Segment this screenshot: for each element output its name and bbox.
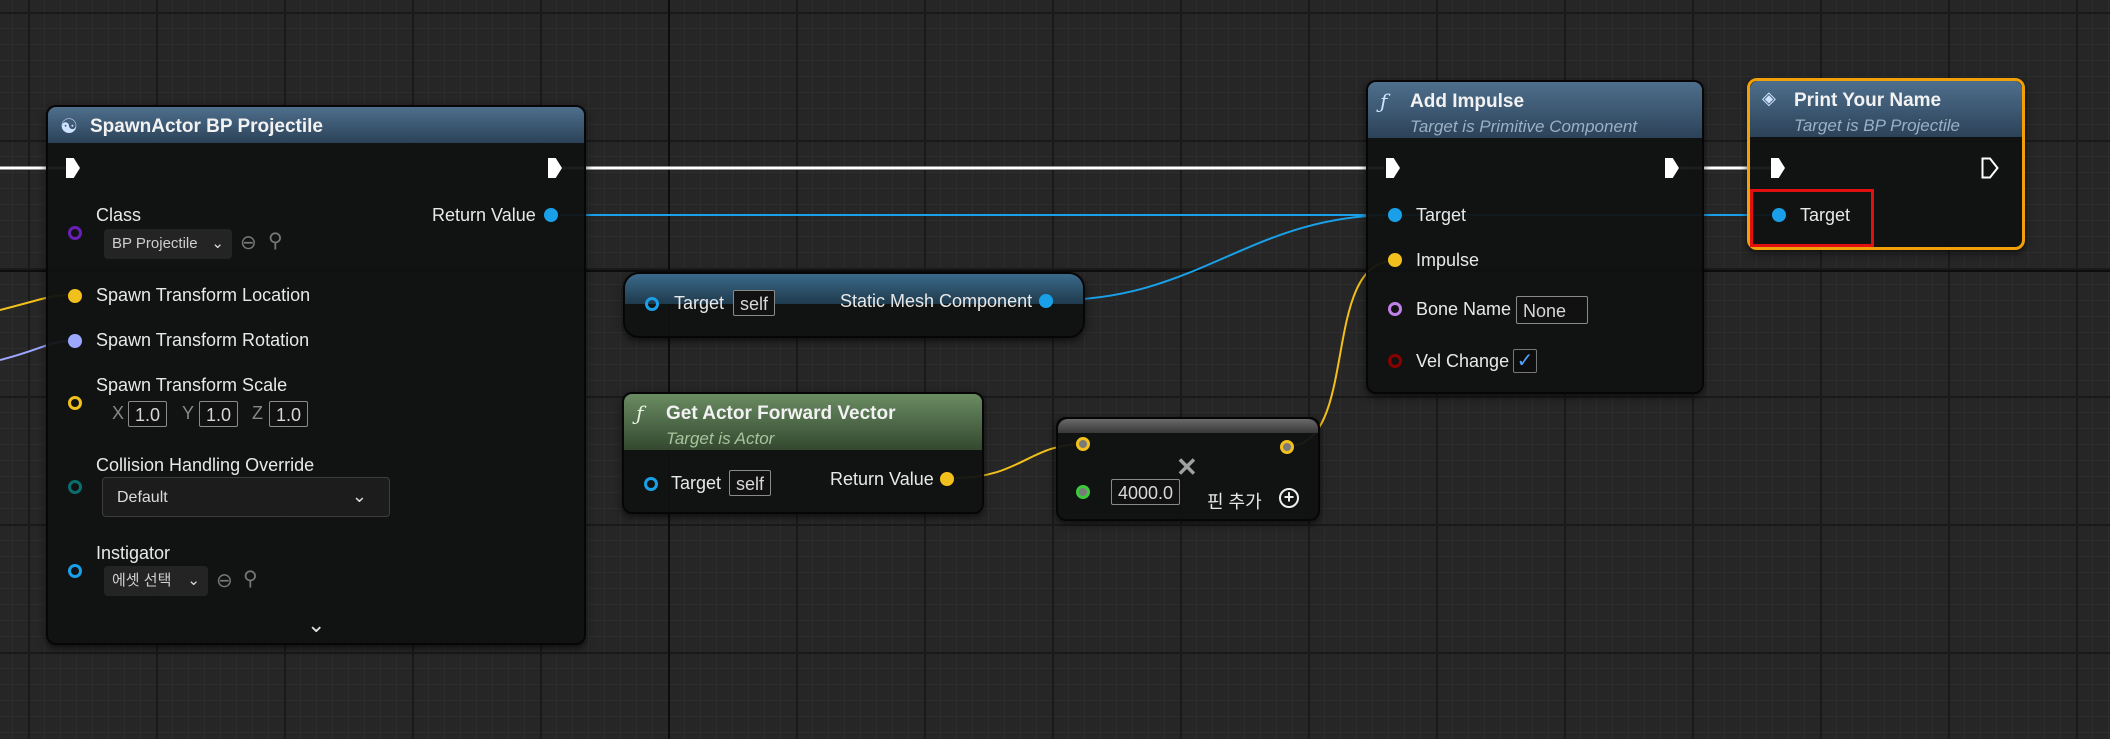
- spawn-rotation-pin[interactable]: [68, 334, 82, 348]
- spawn-return-value-pin[interactable]: [544, 208, 558, 222]
- vel-change-checkbox[interactable]: ✓: [1513, 349, 1537, 373]
- browse-icon[interactable]: ⚲: [243, 566, 258, 591]
- forward-return-value-label: Return Value: [830, 469, 934, 489]
- add-pin-label[interactable]: 핀 추가: [1207, 488, 1262, 514]
- scale-z-label: Z: [252, 403, 263, 423]
- spawn-actor-icon: ☯: [60, 114, 78, 138]
- use-selected-icon[interactable]: ⊖: [240, 230, 257, 255]
- multiply-input-b-pin[interactable]: [1076, 485, 1090, 499]
- add-impulse-bone-name-field[interactable]: None: [1516, 296, 1588, 324]
- static-mesh-output-label: Static Mesh Component: [840, 291, 1033, 311]
- class-dropdown-value: BP Projectile: [112, 235, 198, 252]
- add-impulse-target-label: Target: [1416, 205, 1467, 225]
- add-impulse-bone-name-label: Bone Name: [1416, 299, 1512, 319]
- chevron-down-icon[interactable]: ⌄: [307, 612, 325, 638]
- spawn-rotation-label: Spawn Transform Rotation: [96, 330, 310, 350]
- instigator-pin[interactable]: [68, 564, 82, 578]
- class-dropdown[interactable]: BP Projectile ⌄: [104, 229, 232, 259]
- multiply-output-pin[interactable]: [1280, 440, 1294, 454]
- scale-x-field[interactable]: 1.0: [128, 401, 168, 427]
- get-forward-vector-title: Get Actor Forward Vector: [666, 403, 896, 424]
- print-your-name-subtitle: Target is BP Projectile: [1794, 116, 1960, 135]
- collision-label: Collision Handling Override: [96, 455, 315, 475]
- instigator-dropdown[interactable]: 에셋 선택 ⌄: [104, 566, 208, 596]
- chevron-down-icon: ⌄: [211, 235, 224, 252]
- static-mesh-output-pin[interactable]: [1039, 294, 1053, 308]
- class-pin[interactable]: [68, 226, 82, 240]
- forward-target-pin[interactable]: [644, 477, 658, 491]
- add-impulse-impulse-pin[interactable]: [1388, 253, 1402, 267]
- spawn-location-label: Spawn Transform Location: [96, 285, 311, 305]
- browse-icon[interactable]: ⚲: [268, 228, 283, 253]
- object-wire-mesh-to-impulse-target[interactable]: [1055, 214, 1395, 301]
- multiply-input-a-pin[interactable]: [1076, 437, 1090, 451]
- add-impulse-vel-change-pin[interactable]: [1388, 354, 1402, 368]
- print-your-name-header[interactable]: ◈ Print Your Name Target is BP Projectil…: [1750, 81, 2022, 137]
- class-label: Class: [96, 205, 142, 225]
- multiply-header: [1058, 419, 1318, 433]
- add-impulse-bone-name-pin[interactable]: [1388, 302, 1402, 316]
- collision-pin[interactable]: [68, 480, 82, 494]
- get-forward-vector-subtitle: Target is Actor: [666, 429, 775, 448]
- collision-combo-value: Default: [117, 489, 168, 506]
- chevron-down-icon: ⌄: [351, 486, 367, 506]
- spawn-actor-title: SpawnActor BP Projectile: [90, 116, 323, 137]
- add-impulse-title: Add Impulse: [1410, 91, 1525, 112]
- add-impulse-vel-change-label: Vel Change: [1416, 351, 1510, 371]
- scale-x-label: X: [112, 403, 125, 423]
- scale-z-field[interactable]: 1.0: [269, 401, 309, 427]
- forward-target-field[interactable]: self: [729, 470, 772, 496]
- spawn-scale-pin[interactable]: [68, 396, 82, 410]
- instigator-label: Instigator: [96, 543, 171, 563]
- use-selected-icon[interactable]: ⊖: [216, 568, 233, 593]
- scale-y-label: Y: [182, 403, 195, 423]
- get-forward-vector-header[interactable]: ƒ Get Actor Forward Vector Target is Act…: [624, 394, 982, 450]
- print-your-name-title: Print Your Name: [1794, 90, 1942, 111]
- spawn-return-value-label: Return Value: [432, 205, 536, 225]
- multiply-icon: ✕: [1176, 452, 1198, 482]
- plus-circle-icon[interactable]: +: [1279, 488, 1299, 508]
- get-forward-vector-node[interactable]: ƒ Get Actor Forward Vector Target is Act…: [622, 392, 984, 514]
- print-your-name-exec-out-pin[interactable]: [1981, 157, 1999, 179]
- spawn-location-pin[interactable]: [68, 289, 82, 303]
- spawn-scale-label: Spawn Transform Scale: [96, 375, 288, 395]
- function-icon: ƒ: [1380, 89, 1388, 113]
- collision-combo[interactable]: Default ⌄: [102, 477, 390, 517]
- static-mesh-target-field[interactable]: self: [733, 290, 776, 316]
- event-icon: ◈: [1762, 88, 1776, 109]
- forward-return-value-pin[interactable]: [940, 472, 954, 486]
- scale-y-field[interactable]: 1.0: [199, 401, 239, 427]
- add-impulse-subtitle: Target is Primitive Component: [1410, 117, 1638, 136]
- add-impulse-impulse-label: Impulse: [1416, 250, 1480, 270]
- static-mesh-target-label: Target: [674, 293, 725, 313]
- add-impulse-header[interactable]: ƒ Add Impulse Target is Primitive Compon…: [1368, 82, 1702, 138]
- forward-target-label: Target: [671, 473, 722, 493]
- add-impulse-node[interactable]: ƒ Add Impulse Target is Primitive Compon…: [1366, 80, 1704, 394]
- instigator-dropdown-value: 에셋 선택: [112, 572, 172, 589]
- function-icon: ƒ: [636, 401, 644, 425]
- target-highlight-box: [1750, 189, 1874, 247]
- chevron-down-icon: ⌄: [187, 572, 200, 589]
- static-mesh-target-pin[interactable]: [645, 297, 659, 311]
- add-impulse-target-pin[interactable]: [1388, 208, 1402, 222]
- spawn-actor-header[interactable]: ☯ SpawnActor BP Projectile: [48, 107, 584, 143]
- multiply-value-field[interactable]: 4000.0: [1111, 479, 1181, 505]
